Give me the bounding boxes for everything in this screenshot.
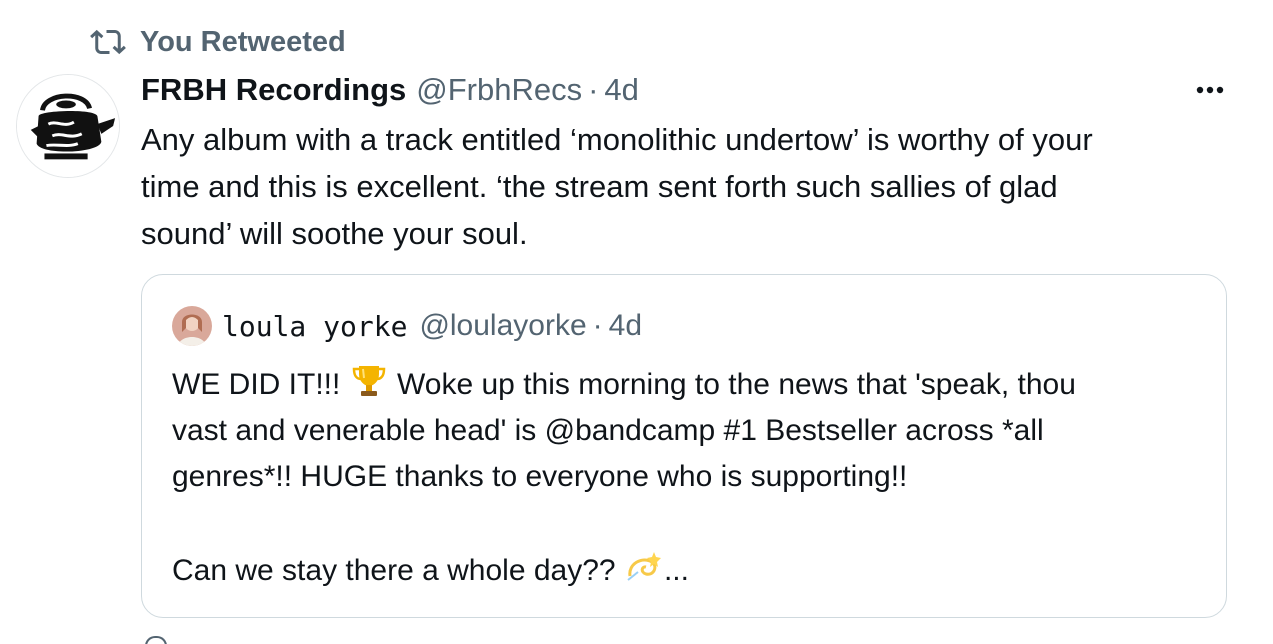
tweet-text-line: time and this is excellent. ‘the stream … [141,169,1058,204]
quoted-header-separator: · [592,309,603,342]
header-separator: · [588,72,599,107]
quoted-text-line: genres*!! HUGE thanks to everyone who is… [172,460,908,493]
quoted-text-line: Can we stay there a whole day?? ... [172,546,1212,594]
quoted-text-line: vast and venerable head' is @bandcamp #1… [172,414,1044,447]
retweet-icon [90,24,126,60]
more-options-button[interactable] [1188,74,1232,106]
author-handle[interactable]: @FrbhRecs [416,72,582,108]
quoted-text-segment: WE DID IT!!! [172,368,349,401]
quoted-tweet-header: loula yorke @loulayorke · 4d [222,305,642,347]
profile-photo [172,306,212,346]
tweet-page: You Retweeted FRBH Recordings @FrbhRecs … [0,0,1273,644]
trophy-emoji [349,360,389,400]
retweet-label: You Retweeted [140,25,346,58]
retweet-banner[interactable]: You Retweeted [90,22,346,62]
tweet-header: FRBH Recordings @FrbhRecs · 4d [141,68,639,112]
quoted-text-line: WE DID IT!!! Woke up this morning to the… [172,360,1212,408]
kettle-drawing [17,75,119,177]
tweet-text-line: sound’ will soothe your soul. [141,216,528,251]
tweet-text-line: Any album with a track entitled ‘monolit… [141,122,1093,157]
reply-icon[interactable] [145,636,167,644]
quoted-text-segment: ... [663,554,689,587]
quoted-tweet-card[interactable]: loula yorke @loulayorke · 4d WE DID IT!!… [141,274,1227,618]
tweet-text: Any album with a track entitled ‘monolit… [141,116,1241,257]
author-avatar[interactable] [16,74,120,178]
quoted-tweet-text: WE DID IT!!! Woke up this morning to the… [172,360,1212,594]
author-display-name[interactable]: FRBH Recordings [141,72,406,108]
quoted-text-line [172,500,1212,546]
quoted-tweet-timestamp: 4d [608,309,643,342]
more-horizontal-icon [1196,86,1224,94]
quoted-author-avatar [172,306,212,346]
quoted-text-segment: Can we stay there a whole day?? [172,554,624,587]
quoted-author-handle: @loulayorke [419,309,587,342]
dizzy-emoji [624,546,664,586]
tweet-timestamp[interactable]: 4d [604,72,638,108]
quoted-author-display-name: loula yorke [222,309,408,343]
quoted-text-segment: Woke up this morning to the news that 's… [388,368,1076,401]
